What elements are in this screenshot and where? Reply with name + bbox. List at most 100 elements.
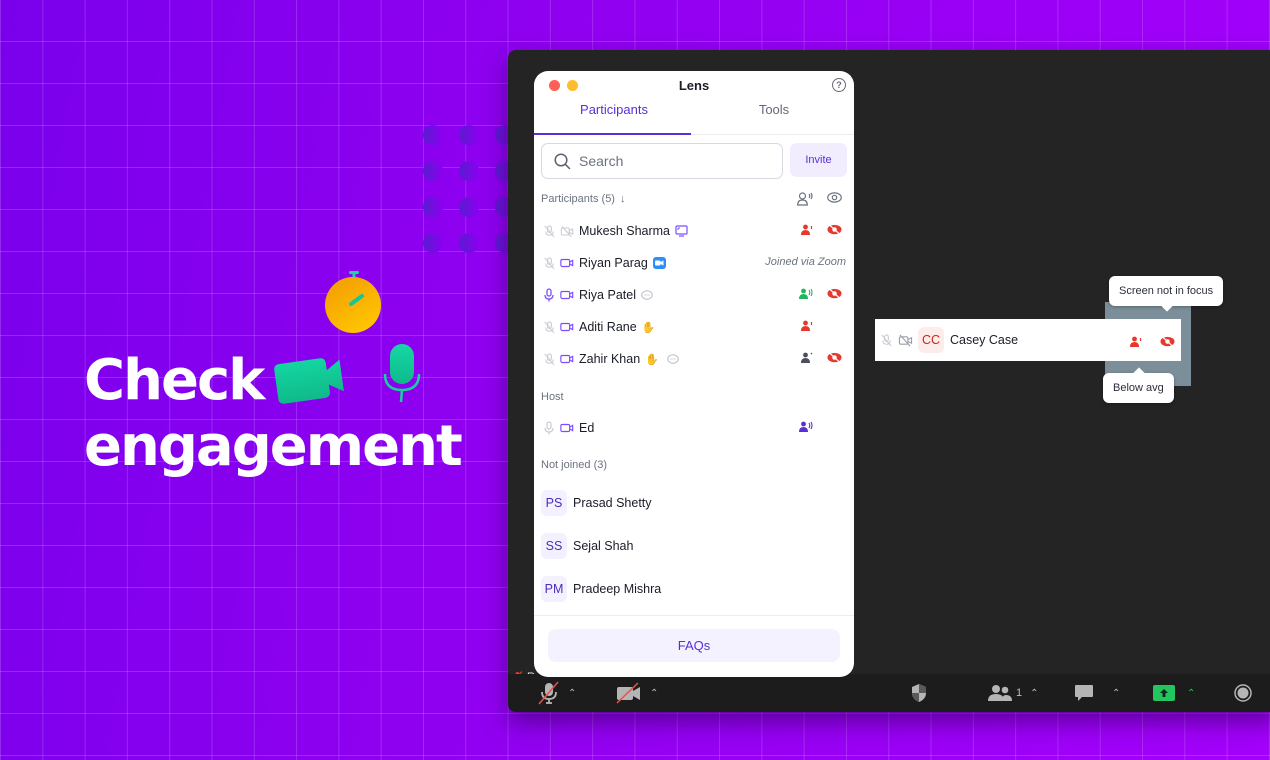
eye-off-icon <box>827 288 842 299</box>
faqs-button[interactable]: FAQs <box>548 629 840 662</box>
participants-count-label: Participants (5) <box>541 193 615 205</box>
chat-icon <box>667 353 679 365</box>
tooltip-below-avg: Below avg <box>1103 373 1174 403</box>
mic-muted-icon <box>542 256 556 270</box>
camera-off-icon <box>560 224 574 238</box>
participant-row[interactable]: Riya Patel <box>534 279 854 311</box>
speaking-high-icon <box>799 288 813 299</box>
camera-on-icon <box>560 320 574 334</box>
participant-row[interactable]: Riyan Parag Joined via Zoom <box>534 247 854 279</box>
video-options-caret[interactable]: ⌃ <box>650 688 658 699</box>
participant-name: Zahir Khan <box>579 352 641 366</box>
meeting-toolbar: ⌃ ⌃ 1 ⌃ ⌃ ⌃ <box>508 674 1270 712</box>
stop-video-button[interactable]: ⌃ <box>616 674 658 712</box>
avatar: PS <box>541 489 567 516</box>
camera-off-icon <box>616 682 640 704</box>
participant-name: Riya Patel <box>579 288 636 302</box>
tooltip-screen-focus: Screen not in focus <box>1109 276 1224 306</box>
camera-on-icon <box>560 421 574 435</box>
speaking-low-icon <box>801 320 813 331</box>
participant-tile-row[interactable]: CC Casey Case <box>875 319 1181 361</box>
camera-on-icon <box>560 256 574 270</box>
microphone-icon <box>383 344 421 403</box>
raised-hand-icon: ✋ <box>641 321 656 334</box>
not-joined-row[interactable]: PS Prasad Shetty <box>534 481 854 524</box>
audio-options-caret[interactable]: ⌃ <box>568 688 576 699</box>
participants-options-caret[interactable]: ⌃ <box>1030 688 1038 699</box>
speaking-none-icon <box>801 352 813 363</box>
mic-muted-icon <box>542 352 556 366</box>
avatar: PM <box>541 575 567 602</box>
mute-button[interactable]: ⌃ <box>538 674 576 712</box>
mic-muted-icon <box>538 681 559 705</box>
participant-row[interactable]: Zahir Khan ✋ <box>534 343 854 375</box>
not-joined-section-header: Not joined (3) <box>534 449 854 481</box>
not-joined-label: Not joined (3) <box>541 459 608 471</box>
host-section-header: Host <box>534 381 854 413</box>
mic-icon <box>542 421 556 435</box>
people-icon <box>988 685 1012 701</box>
invite-button[interactable]: Invite <box>790 143 847 177</box>
mic-muted-icon <box>880 333 893 347</box>
not-joined-row[interactable]: SS Sejal Shah <box>534 524 854 567</box>
participant-name: Casey Case <box>950 333 1019 347</box>
participant-name: Pradeep Mishra <box>573 581 662 596</box>
lens-panel: Lens ? Participants Tools Search Invite … <box>534 71 854 677</box>
sort-down-icon[interactable]: ↓ <box>620 193 626 205</box>
participants-section-header[interactable]: Participants (5) ↓ <box>534 183 854 215</box>
share-screen-button[interactable]: ⌃ <box>1153 674 1195 712</box>
participant-row[interactable]: Aditi Rane ✋ <box>534 311 854 343</box>
participant-name: Ed <box>579 421 595 435</box>
participants-button[interactable]: 1 ⌃ <box>988 674 1039 712</box>
active-tab-indicator <box>534 133 691 135</box>
hero-line-2: engagement <box>84 414 463 479</box>
chat-button[interactable]: ⌃ <box>1074 674 1120 712</box>
eye-off-icon <box>827 224 842 235</box>
mic-muted-icon <box>542 320 556 334</box>
participant-row[interactable]: Mukesh Sharma <box>534 215 854 247</box>
record-icon <box>1234 684 1252 702</box>
joined-via-note: Joined via Zoom <box>765 256 846 268</box>
search-icon <box>554 152 571 169</box>
mic-muted-icon <box>542 224 556 238</box>
participant-name: Riyan Parag <box>579 256 648 270</box>
avatar: CC <box>918 327 944 353</box>
participant-name: Mukesh Sharma <box>579 224 671 238</box>
share-options-caret[interactable]: ⌃ <box>1187 688 1195 699</box>
attention-filter-icon[interactable] <box>827 192 842 203</box>
help-icon[interactable]: ? <box>832 78 846 92</box>
host-row[interactable]: Ed <box>534 413 854 443</box>
speaking-filter-icon[interactable] <box>797 192 813 206</box>
camera-off-icon <box>898 334 913 347</box>
window-title: Lens <box>678 78 710 93</box>
chat-options-caret[interactable]: ⌃ <box>1112 688 1120 699</box>
chat-icon <box>641 289 653 301</box>
eye-off-icon <box>1160 334 1175 352</box>
chat-icon <box>1075 685 1093 701</box>
raised-hand-icon: ✋ <box>645 353 659 366</box>
eye-off-icon <box>827 352 842 363</box>
camera-on-icon <box>560 288 574 302</box>
not-joined-row[interactable]: PM Pradeep Mishra <box>534 567 854 610</box>
host-label: Host <box>541 391 564 403</box>
participant-name: Prasad Shetty <box>573 495 652 510</box>
participant-name: Aditi Rane <box>579 320 637 334</box>
camera-on-icon <box>560 352 574 366</box>
tab-tools[interactable]: Tools <box>694 99 854 134</box>
screen-share-icon <box>675 225 688 237</box>
participant-count: 1 <box>1016 687 1023 699</box>
stopwatch-icon <box>325 271 381 333</box>
share-screen-icon <box>1153 685 1175 701</box>
security-button[interactable] <box>910 674 928 712</box>
tab-participants[interactable]: Participants <box>534 99 694 134</box>
video-camera-icon <box>274 358 344 404</box>
speaking-low-icon <box>801 224 813 235</box>
mic-on-icon <box>542 288 556 302</box>
title-bar: Lens ? <box>534 71 854 99</box>
search-input[interactable]: Search <box>541 143 783 179</box>
participant-name: Sejal Shah <box>573 538 634 553</box>
avatar: SS <box>541 532 567 559</box>
record-button[interactable] <box>1234 674 1252 712</box>
speaking-low-icon <box>1130 334 1142 352</box>
panel-footer: FAQs <box>534 615 854 677</box>
